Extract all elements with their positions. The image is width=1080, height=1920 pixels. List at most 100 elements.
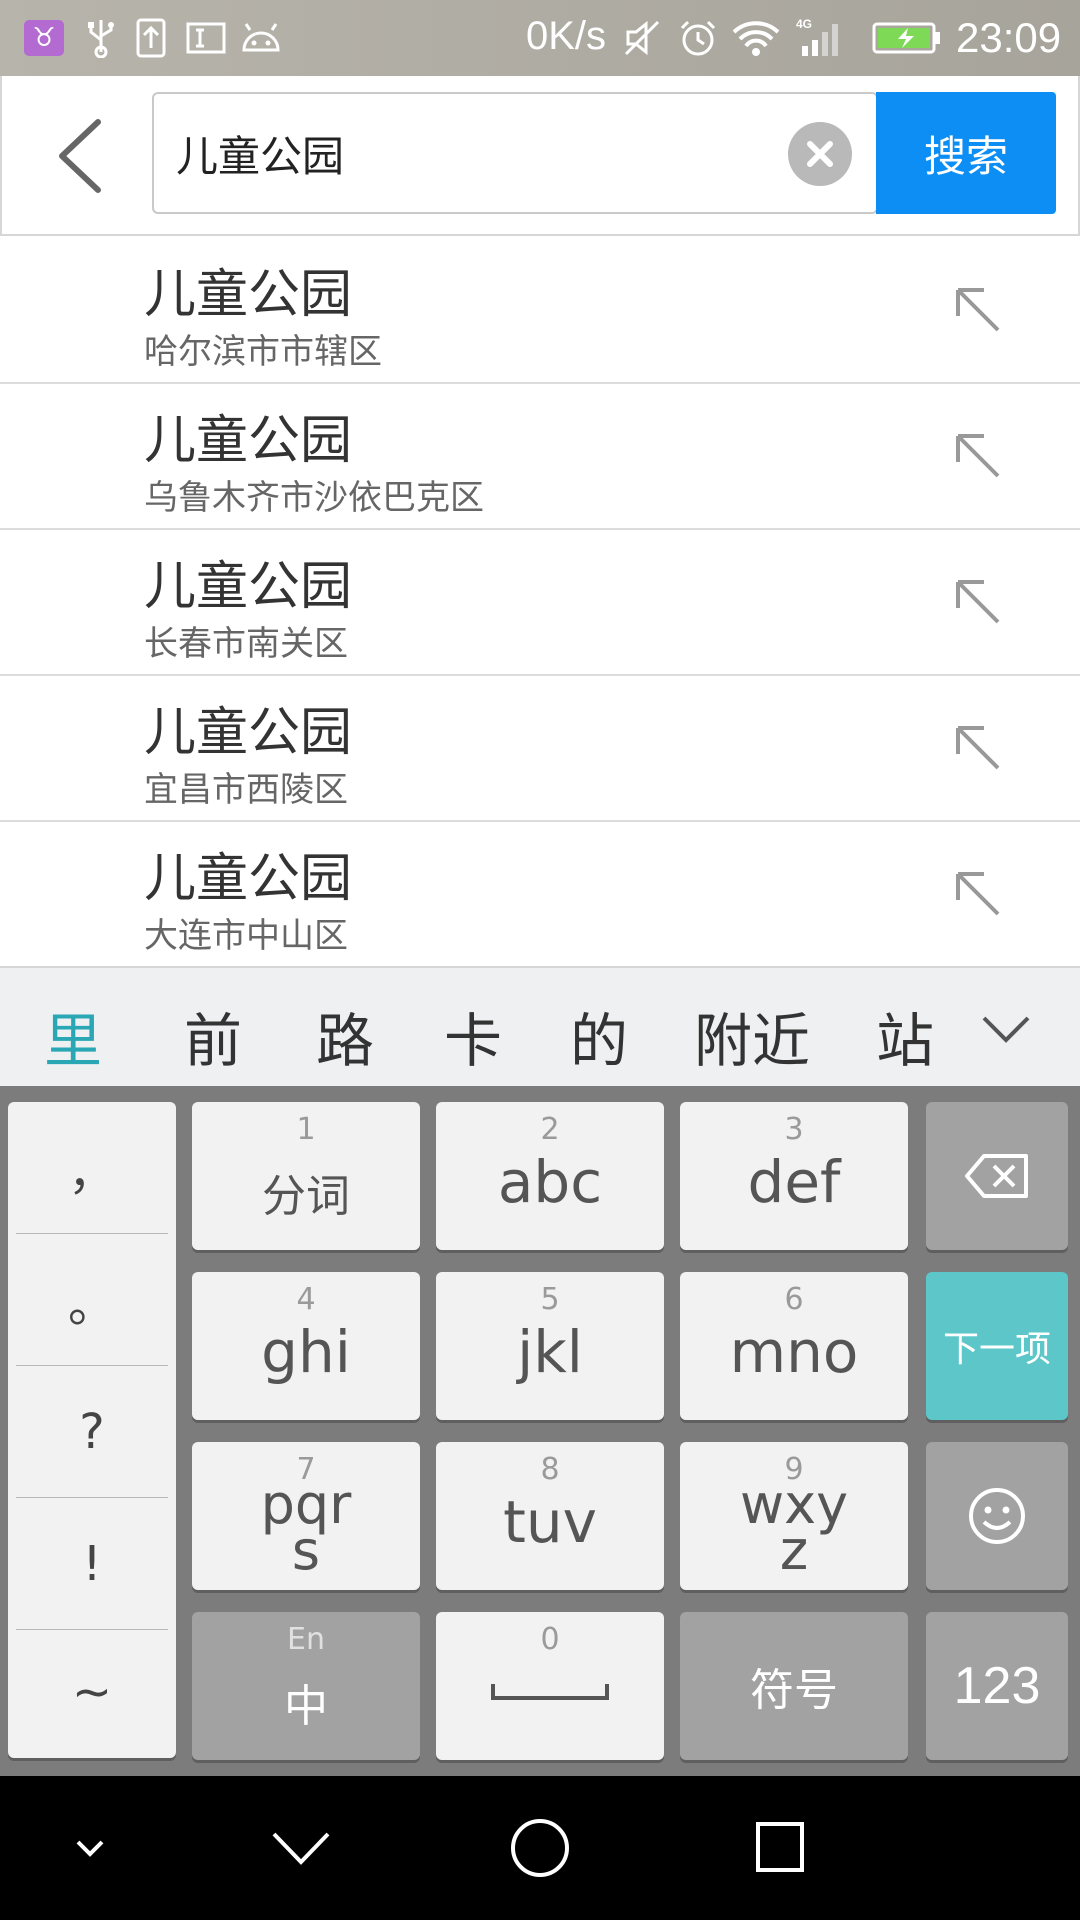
- candidate-word[interactable]: 前: [184, 994, 242, 1078]
- key-label: 符号: [750, 1665, 838, 1716]
- punctuation-key[interactable]: ?: [16, 1366, 168, 1498]
- next-field-key[interactable]: 下一项: [926, 1272, 1068, 1420]
- backspace-key[interactable]: [926, 1102, 1068, 1250]
- suggestion-item[interactable]: 儿童公园 大连市中山区: [0, 822, 1080, 968]
- language-toggle-key[interactable]: En 中: [192, 1612, 420, 1760]
- candidate-word[interactable]: 站: [876, 994, 934, 1078]
- key-number: 2: [540, 1112, 560, 1147]
- fill-query-arrow-icon[interactable]: [952, 284, 1004, 336]
- key-number: 4: [296, 1282, 316, 1317]
- key-1[interactable]: 1 分词: [192, 1102, 420, 1250]
- numeric-key[interactable]: 123: [926, 1612, 1068, 1760]
- home-button[interactable]: [508, 1816, 572, 1880]
- candidate-word[interactable]: 里: [44, 994, 102, 1078]
- key-label: 下一项: [942, 1329, 1051, 1370]
- key-5[interactable]: 5 jkl: [436, 1272, 664, 1420]
- close-icon: [807, 141, 833, 167]
- key-label: 中: [284, 1681, 328, 1732]
- hide-keyboard-icon[interactable]: [270, 1816, 332, 1880]
- network-speed: 0K/s: [526, 14, 607, 58]
- suggestion-title: 儿童公园: [144, 703, 353, 763]
- key-number: 6: [784, 1282, 804, 1317]
- key-secondary-label: En: [287, 1622, 325, 1657]
- suggestion-title: 儿童公园: [144, 557, 353, 617]
- suggestion-subtitle: 大连市中山区: [144, 916, 348, 956]
- key-label: abc: [497, 1148, 603, 1216]
- key-8[interactable]: 8 tuv: [436, 1442, 664, 1590]
- status-bar: ♉ 0K/s 4G 23:09: [0, 0, 1080, 76]
- network-type-label: 4G: [796, 18, 812, 31]
- key-3[interactable]: 3 def: [680, 1102, 908, 1250]
- punctuation-key[interactable]: !: [16, 1498, 168, 1630]
- smiley-icon: [969, 1488, 1025, 1544]
- space-bar-icon: [491, 1684, 609, 1700]
- fill-query-arrow-icon[interactable]: [952, 430, 1004, 482]
- key-number: 3: [784, 1112, 804, 1147]
- suggestion-title: 儿童公园: [144, 265, 353, 325]
- key-label: def: [747, 1148, 841, 1216]
- key-label-line: s: [291, 1519, 321, 1582]
- upload-icon: [136, 18, 166, 58]
- suggestion-title: 儿童公园: [144, 411, 353, 471]
- key-label: wxy z: [680, 1478, 908, 1582]
- ime-keyboard: ， 。 ? ! ~ 1 分词 2 abc 3 def 4 ghi 5 jkl 6…: [0, 1086, 1080, 1776]
- suggestion-list: 儿童公园 哈尔滨市市辖区 儿童公园 乌鲁木齐市沙依巴克区 儿童公园 长春市南关区…: [0, 238, 1080, 968]
- navigation-bar: [0, 1776, 1080, 1920]
- search-box: [152, 92, 878, 214]
- emoji-key[interactable]: [926, 1442, 1068, 1590]
- suggestion-item[interactable]: 儿童公园 哈尔滨市市辖区: [0, 238, 1080, 384]
- suggestion-subtitle: 宜昌市西陵区: [144, 770, 348, 810]
- suggestion-item[interactable]: 儿童公园 宜昌市西陵区: [0, 676, 1080, 822]
- space-key[interactable]: 0: [436, 1612, 664, 1760]
- key-9[interactable]: 9 wxy z: [680, 1442, 908, 1590]
- suggestion-item[interactable]: 儿童公园 乌鲁木齐市沙依巴克区: [0, 384, 1080, 530]
- key-label: ghi: [261, 1318, 351, 1386]
- clock: 23:09: [956, 14, 1062, 61]
- key-6[interactable]: 6 mno: [680, 1272, 908, 1420]
- fill-query-arrow-icon[interactable]: [952, 576, 1004, 628]
- suggestion-subtitle: 哈尔滨市市辖区: [144, 332, 382, 372]
- back-button[interactable]: [42, 114, 122, 198]
- key-label: mno: [729, 1318, 859, 1386]
- usb-icon: [88, 20, 114, 58]
- key-label: 123: [953, 1657, 1041, 1715]
- fill-query-arrow-icon[interactable]: [952, 868, 1004, 920]
- punctuation-column: ， 。 ? ! ~: [8, 1102, 176, 1758]
- key-label: 分词: [262, 1171, 350, 1222]
- candidate-word[interactable]: 卡: [444, 994, 502, 1078]
- candidate-word[interactable]: 路: [316, 994, 374, 1078]
- signal-icon: 4G: [796, 18, 838, 56]
- search-input[interactable]: [176, 94, 776, 212]
- suggestion-subtitle: 长春市南关区: [144, 624, 348, 664]
- battery-charging-icon: [872, 22, 940, 54]
- key-2[interactable]: 2 abc: [436, 1102, 664, 1250]
- suggestion-item[interactable]: 儿童公园 长春市南关区: [0, 530, 1080, 676]
- app-notification-icon: ♉: [24, 20, 64, 56]
- suggestion-title: 儿童公园: [144, 849, 353, 909]
- punctuation-key[interactable]: ~: [16, 1626, 168, 1758]
- recents-button[interactable]: [754, 1816, 806, 1880]
- backspace-icon: [965, 1154, 1028, 1198]
- hide-keyboard-small-icon[interactable]: [70, 1816, 110, 1880]
- suggestion-subtitle: 乌鲁木齐市沙依巴克区: [144, 478, 484, 518]
- key-number: 0: [540, 1622, 560, 1657]
- search-header: 搜索: [0, 76, 1080, 236]
- ime-candidate-bar: 里 前 路 卡 的 附近 站: [0, 966, 1080, 1086]
- punctuation-key[interactable]: 。: [16, 1234, 168, 1366]
- key-7[interactable]: 7 pqr s: [192, 1442, 420, 1590]
- key-label-line: z: [779, 1519, 809, 1582]
- candidate-word[interactable]: 的: [570, 994, 628, 1078]
- key-4[interactable]: 4 ghi: [192, 1272, 420, 1420]
- key-label: pqr s: [192, 1478, 420, 1582]
- punctuation-key[interactable]: ，: [16, 1102, 168, 1234]
- symbol-key[interactable]: 符号: [680, 1612, 908, 1760]
- fill-query-arrow-icon[interactable]: [952, 722, 1004, 774]
- candidate-word[interactable]: 附近: [694, 994, 810, 1078]
- key-number: 1: [296, 1112, 316, 1147]
- chevron-down-icon[interactable]: [978, 1002, 1034, 1054]
- search-button[interactable]: 搜索: [876, 92, 1056, 214]
- key-label: tuv: [503, 1488, 597, 1556]
- key-number: 8: [540, 1452, 560, 1487]
- clear-search-button[interactable]: [788, 122, 852, 186]
- wifi-icon: [732, 21, 780, 56]
